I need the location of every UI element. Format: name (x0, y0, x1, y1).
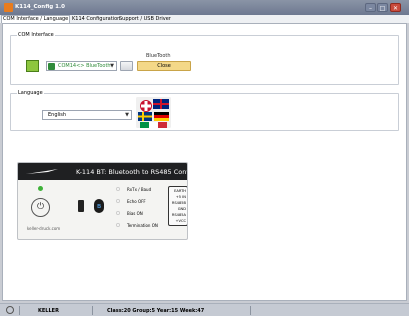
com-interface-group: COM Interface (10, 32, 399, 85)
app-icon (4, 3, 13, 12)
status-icon (6, 306, 14, 314)
terminal-label: RS485B (171, 201, 186, 205)
status-separator (92, 306, 93, 315)
tab-com-interface-language[interactable]: COM Interface / Language (1, 15, 71, 23)
status-company: KELLER (38, 308, 59, 314)
led-label-bias: Bias ON (127, 211, 143, 216)
refresh-button[interactable] (120, 61, 133, 71)
device-header: K-114 BT: Bluetooth to RS485 Converter (18, 163, 187, 180)
led-termination (116, 223, 120, 227)
status-device-info: Class:20 Group:5 Year:15 Week:47 (107, 308, 205, 314)
led-bias (116, 211, 120, 215)
terminal-block: EARTH +5 IN RS485B GND RS485A +VCC (168, 186, 187, 226)
bluetooth-label: BlueTooth (146, 53, 171, 59)
led-label-termination: Termination ON (127, 223, 158, 228)
maximize-button[interactable]: □ (377, 3, 388, 12)
terminal-label: GND (177, 207, 186, 211)
device-url: keller-druck.com (27, 226, 61, 231)
battery-icon (78, 200, 84, 212)
tab-support-usb-driver[interactable]: Support / USB Driver (118, 16, 172, 23)
bluetooth-icon: ʙ (94, 199, 104, 213)
keller-logo-icon (26, 169, 58, 174)
close-port-button[interactable]: Close (137, 61, 191, 71)
led-echo (116, 199, 120, 203)
title-bar: K114_Config 1.0 – □ ✕ (0, 0, 409, 15)
com-port-select[interactable]: COM14<> BlueTooth ▼ (46, 61, 117, 71)
chevron-down-icon: ▼ (125, 112, 129, 118)
connection-status-indicator (26, 60, 39, 72)
language-select[interactable]: English ▼ (42, 110, 132, 120)
bluetooth-port-icon (48, 63, 55, 70)
tab-bar: COM Interface / Language K114 Configurat… (0, 15, 409, 23)
tab-k114-configuration[interactable]: K114 Configuration (71, 16, 121, 23)
device-image: K-114 BT: Bluetooth to RS485 Converter ⏻… (17, 162, 188, 240)
led-rxtx (116, 187, 120, 191)
led-label-rxtx: RxTx / Baud (127, 187, 152, 192)
status-separator (19, 306, 20, 315)
terminal-label: RS485A (171, 213, 186, 217)
status-separator (250, 306, 251, 315)
chevron-down-icon: ▼ (110, 63, 114, 69)
close-window-button[interactable]: ✕ (390, 3, 401, 12)
com-port-value: COM14<> BlueTooth (58, 63, 111, 69)
terminal-label: EARTH (174, 189, 186, 193)
terminal-label: +VCC (175, 219, 187, 223)
status-bar: KELLER Class:20 Group:5 Year:15 Week:47 (0, 303, 409, 316)
language-group-label: Language (17, 90, 44, 96)
device-title: K-114 BT: Bluetooth to RS485 Converter (76, 168, 187, 176)
language-value: English (48, 112, 67, 118)
device-status-led (38, 186, 43, 191)
led-label-echo: Echo OFF (127, 199, 146, 204)
terminal-label: +5 IN (175, 195, 186, 199)
com-interface-group-label: COM Interface (17, 32, 55, 38)
language-flags-icon (136, 97, 171, 128)
minimize-button[interactable]: – (365, 3, 376, 12)
power-icon: ⏻ (31, 198, 50, 217)
window-title: K114_Config 1.0 (15, 4, 65, 10)
